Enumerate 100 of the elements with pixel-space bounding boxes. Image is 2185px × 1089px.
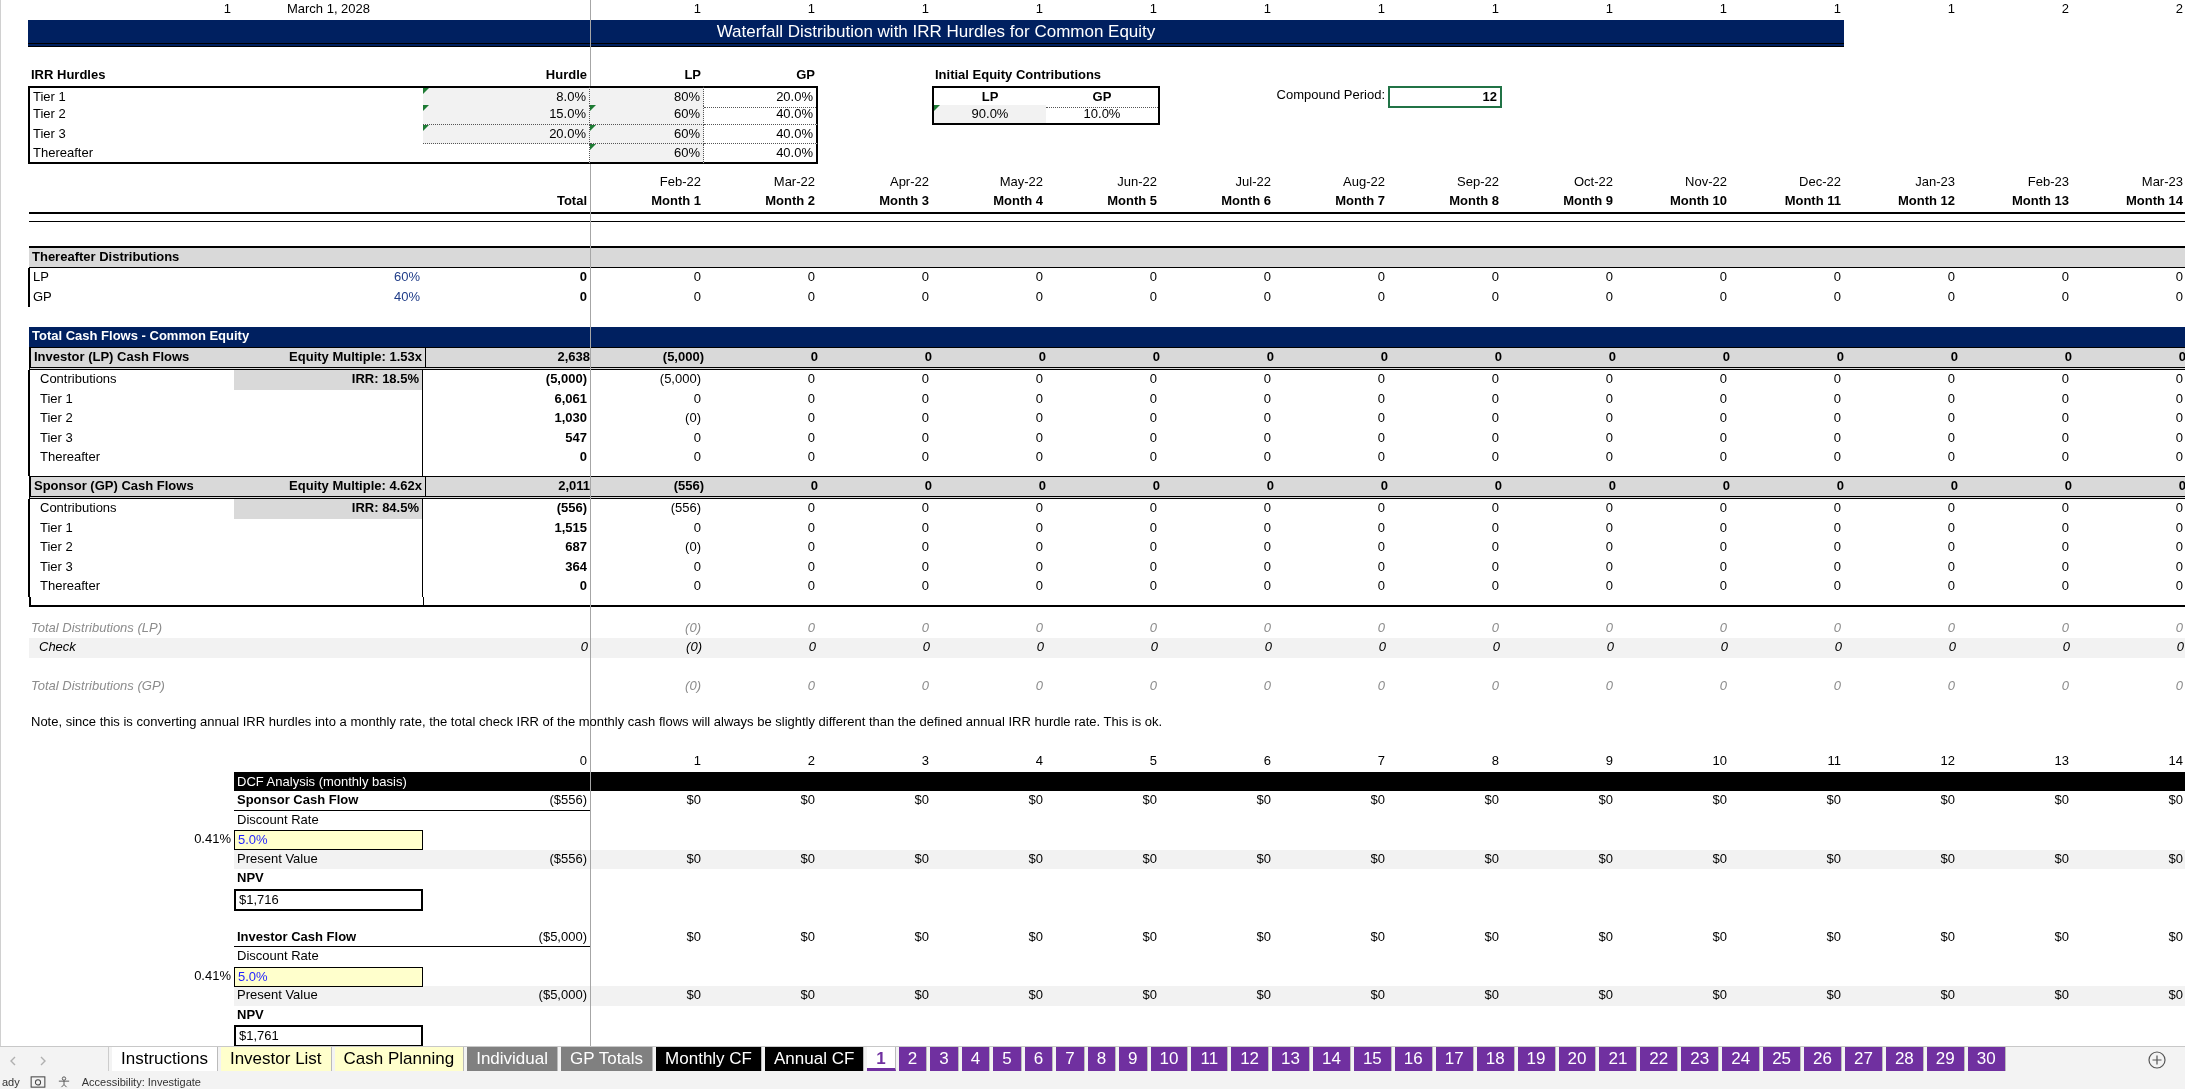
table-cell-text: $0	[1141, 849, 1158, 868]
table-cell-text: 0	[1151, 476, 1161, 495]
sheet-tab[interactable]: 10	[1150, 1047, 1189, 1071]
sheet-tab[interactable]: 5	[993, 1047, 1022, 1071]
sheet-tab[interactable]: Annual CF	[765, 1047, 865, 1071]
sheet-tab[interactable]: 26	[1804, 1047, 1842, 1071]
sheet-tab[interactable]: 25	[1763, 1047, 1802, 1071]
sheet-tab[interactable]: 19	[1517, 1047, 1556, 1071]
sheet-tab[interactable]: 27	[1844, 1047, 1883, 1071]
table-cell-text: 0	[1377, 638, 1387, 656]
discount-rate-field[interactable]: 5.0%	[234, 966, 423, 987]
table-cell-text: 0	[806, 448, 816, 466]
scroll-right-icon[interactable]	[38, 1055, 48, 1067]
row-label: NPV	[236, 1005, 265, 1024]
table-cell-text: 0	[1835, 476, 1845, 495]
table-cell-text: 0	[2174, 370, 2184, 388]
sheet-tab[interactable]: 6	[1024, 1047, 1054, 1071]
sheet-tab[interactable]: 12	[1231, 1047, 1270, 1071]
sheet-tab[interactable]: 24	[1722, 1047, 1761, 1071]
sheet-tab[interactable]: 7	[1056, 1047, 1085, 1071]
table-cell-text: (0)	[684, 538, 702, 556]
table-cell-text: 0	[920, 287, 930, 306]
sheet-tab[interactable]: Cash Planning	[334, 1047, 465, 1071]
column-header: Feb-22	[658, 172, 702, 191]
table-title: IRR Hurdles	[30, 66, 107, 84]
row-label: Sponsor Cash Flow	[234, 791, 423, 811]
sheet-tab[interactable]: 16	[1394, 1047, 1433, 1071]
table-cell-text: 0	[1376, 428, 1386, 447]
table-cell-text: 0	[1604, 499, 1614, 517]
sheet-tab[interactable]: 15	[1353, 1047, 1392, 1071]
sheet-tab[interactable]: 22	[1640, 1047, 1679, 1071]
column-header: Month 3	[878, 192, 930, 210]
table-cell-text: 0	[920, 618, 930, 637]
sheet-tab[interactable]: 9	[1119, 1047, 1148, 1071]
table-cell-text: 6,061	[553, 389, 588, 408]
sheet-tab[interactable]: Individual	[467, 1047, 558, 1071]
scroll-left-icon[interactable]	[8, 1055, 18, 1067]
sheet-tab[interactable]: Monthly CF	[656, 1047, 762, 1071]
table-cell-text: 0	[1832, 618, 1842, 637]
sheet-tab[interactable]: Instructions	[112, 1047, 218, 1071]
table-cell-text: 40%	[392, 287, 421, 306]
discount-rate-field[interactable]: 5.0%	[234, 830, 423, 850]
sheet-tab[interactable]: 3	[930, 1047, 959, 1071]
table-cell-text: 0	[1718, 518, 1728, 537]
table-cell-text: 0	[1034, 557, 1044, 576]
table-cell-text: 0	[1490, 518, 1500, 537]
sheet-tab[interactable]: 11	[1191, 1047, 1229, 1071]
table-cell-text: 0	[920, 268, 930, 286]
sheet-tab[interactable]: 30	[1967, 1047, 2006, 1071]
sheet-tab[interactable]: 17	[1435, 1047, 1474, 1071]
npv-cell: $1,716	[234, 888, 423, 911]
table-cell-text: 0	[2174, 448, 2184, 466]
table-cell-text: 0	[2060, 499, 2070, 517]
table-cell-text: $0	[1825, 791, 1842, 809]
add-sheet-icon[interactable]	[2147, 1050, 2167, 1070]
sheet-tab[interactable]: 20	[1558, 1047, 1597, 1071]
table-cell-text: 0	[1604, 557, 1614, 576]
table-cell-text: 1,515	[553, 518, 588, 537]
table-cell-text: 0	[1037, 476, 1047, 495]
table-cell-text: 0	[1034, 287, 1044, 306]
sheet-tab[interactable]: GP Totals	[561, 1047, 654, 1071]
table-cell-text: $0	[2053, 849, 2070, 868]
table-cell-text: 0	[1034, 677, 1044, 695]
table-cell-text: 0	[578, 577, 588, 595]
sheet-tab[interactable]: 18	[1476, 1047, 1515, 1071]
table-cell-text: 0	[1262, 428, 1272, 447]
sheet-tab[interactable]: Investor List	[220, 1047, 332, 1071]
column-header: GP	[1046, 85, 1160, 108]
sheet-tab[interactable]: 1	[867, 1047, 896, 1071]
table-cell: ($5,000)	[423, 927, 590, 947]
table-cell-text: 0	[806, 499, 816, 517]
table-cell-text: 0	[1262, 370, 1272, 388]
table-cell-text: 0	[1604, 677, 1614, 695]
column-header: Apr-22	[888, 172, 930, 191]
table-cell-text: 0	[1604, 287, 1614, 306]
table-cell-text: 0	[2060, 557, 2070, 576]
accessibility-status[interactable]: Accessibility: Investigate	[81, 1075, 201, 1089]
compound-period-field[interactable]: 12	[1388, 85, 1502, 108]
sheet-tab[interactable]: 8	[1087, 1047, 1117, 1071]
table-cell-text: 0	[1832, 428, 1842, 447]
table-cell-text: 0	[1604, 448, 1614, 466]
table-cell-text: 0	[1148, 448, 1158, 466]
sheet-tab[interactable]: 23	[1681, 1047, 1720, 1071]
column-number: 2	[2060, 0, 2070, 18]
sheet-tab[interactable]: 13	[1272, 1047, 1310, 1071]
table-cell-text: $0	[1141, 927, 1158, 946]
table-cell-text: 0	[1832, 499, 1842, 517]
column-header: Month 11	[1783, 192, 1842, 210]
sheet-tab[interactable]: 2	[898, 1047, 928, 1071]
sheet-tab[interactable]: 21	[1599, 1047, 1638, 1071]
table-cell-text: 0	[2175, 638, 2185, 656]
sheet-tab[interactable]: 28	[1885, 1047, 1924, 1071]
macro-recording-icon[interactable]	[29, 1076, 46, 1088]
sheet-tab[interactable]: 4	[961, 1047, 991, 1071]
table-cell-text: 0	[1262, 499, 1272, 517]
sheet-tab[interactable]: 14	[1313, 1047, 1351, 1071]
sheet-tab[interactable]: 29	[1926, 1047, 1965, 1071]
table-cell-text: ($5,000)	[537, 986, 588, 1004]
row-label: Discount Rate	[236, 810, 320, 829]
table-cell-text: 0	[807, 638, 817, 656]
